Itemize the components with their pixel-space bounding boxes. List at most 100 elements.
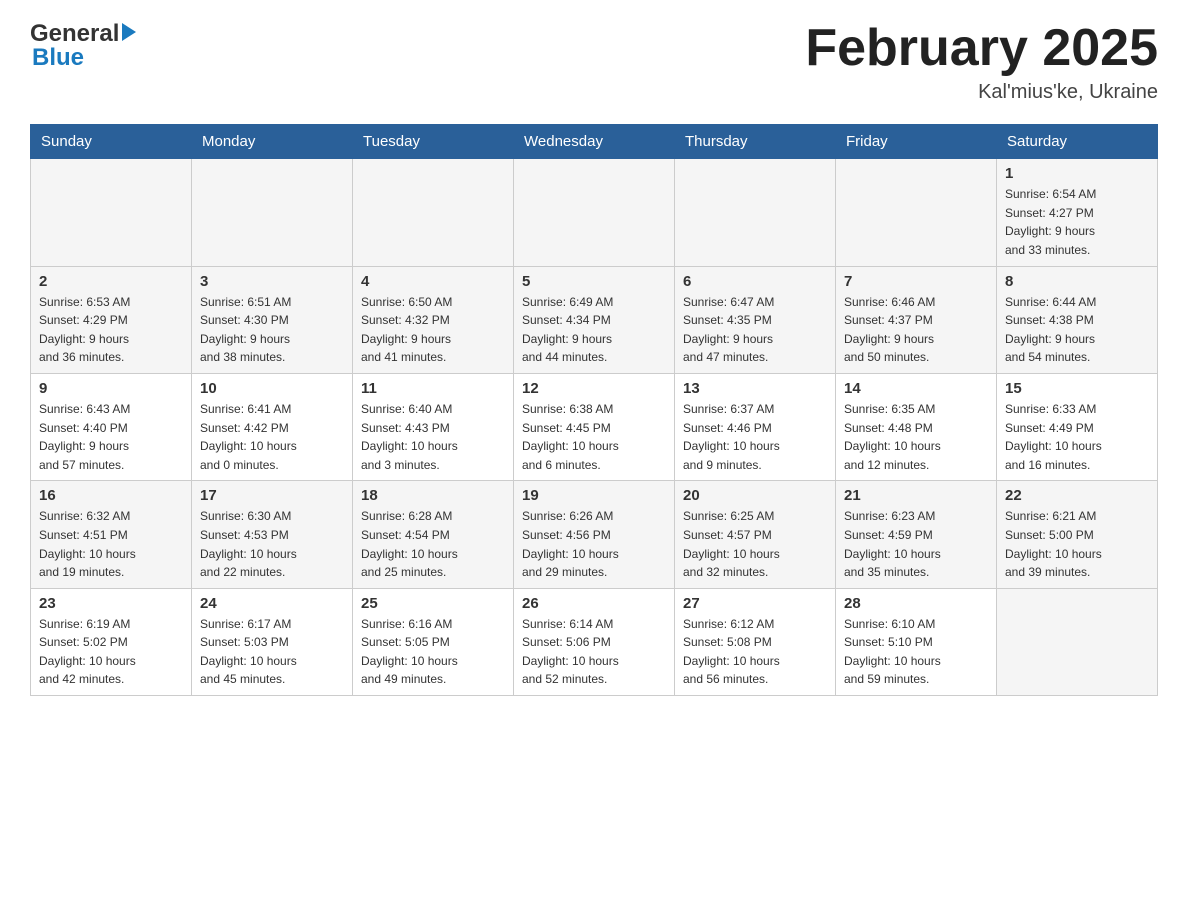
day-number: 4 [361,273,505,290]
day-info: Sunrise: 6:47 AM Sunset: 4:35 PM Dayligh… [683,293,827,367]
calendar-cell: 7 Sunrise: 6:46 AM Sunset: 4:37 PM Daylig… [836,266,997,373]
day-number: 19 [522,487,666,504]
calendar-week-row: 1 Sunrise: 6:54 AM Sunset: 4:27 PM Daylig… [31,159,1158,266]
logo-arrow-icon [122,23,136,41]
calendar-cell: 2 Sunrise: 6:53 AM Sunset: 4:29 PM Daylig… [31,266,192,373]
day-info: Sunrise: 6:50 AM Sunset: 4:32 PM Dayligh… [361,293,505,367]
calendar-cell [675,159,836,266]
weekday-header-saturday: Saturday [997,125,1158,159]
day-info: Sunrise: 6:35 AM Sunset: 4:48 PM Dayligh… [844,400,988,474]
logo-blue-text: Blue [32,44,136,72]
calendar-cell [997,588,1158,695]
day-number: 7 [844,273,988,290]
calendar-cell: 15 Sunrise: 6:33 AM Sunset: 4:49 PM Dayli… [997,373,1158,480]
weekday-header-monday: Monday [192,125,353,159]
day-number: 6 [683,273,827,290]
calendar-cell: 27 Sunrise: 6:12 AM Sunset: 5:08 PM Dayli… [675,588,836,695]
day-info: Sunrise: 6:49 AM Sunset: 4:34 PM Dayligh… [522,293,666,367]
day-number: 18 [361,487,505,504]
calendar-week-row: 16 Sunrise: 6:32 AM Sunset: 4:51 PM Dayli… [31,481,1158,588]
calendar-cell: 19 Sunrise: 6:26 AM Sunset: 4:56 PM Dayli… [514,481,675,588]
day-number: 2 [39,273,183,290]
location-label: Kal'mius'ke, Ukraine [805,81,1158,104]
calendar-cell: 26Sunrise: 6:14 AM Sunset: 5:06 PM Dayli… [514,588,675,695]
day-info: Sunrise: 6:53 AM Sunset: 4:29 PM Dayligh… [39,293,183,367]
day-info: Sunrise: 6:28 AM Sunset: 4:54 PM Dayligh… [361,507,505,581]
calendar-week-row: 2 Sunrise: 6:53 AM Sunset: 4:29 PM Daylig… [31,266,1158,373]
day-number: 10 [200,380,344,397]
day-number: 23 [39,595,183,612]
calendar-week-row: 23Sunrise: 6:19 AM Sunset: 5:02 PM Dayli… [31,588,1158,695]
day-info: Sunrise: 6:38 AM Sunset: 4:45 PM Dayligh… [522,400,666,474]
day-number: 21 [844,487,988,504]
weekday-header-thursday: Thursday [675,125,836,159]
weekday-header-row: SundayMondayTuesdayWednesdayThursdayFrid… [31,125,1158,159]
day-number: 20 [683,487,827,504]
calendar-cell: 20 Sunrise: 6:25 AM Sunset: 4:57 PM Dayli… [675,481,836,588]
day-number: 8 [1005,273,1149,290]
calendar-cell: 14 Sunrise: 6:35 AM Sunset: 4:48 PM Dayli… [836,373,997,480]
calendar-cell [353,159,514,266]
weekday-header-friday: Friday [836,125,997,159]
day-info: Sunrise: 6:12 AM Sunset: 5:08 PM Dayligh… [683,615,827,689]
day-info: Sunrise: 6:40 AM Sunset: 4:43 PM Dayligh… [361,400,505,474]
calendar-cell: 28 Sunrise: 6:10 AM Sunset: 5:10 PM Dayli… [836,588,997,695]
title-block: February 2025 Kal'mius'ke, Ukraine [805,20,1158,104]
calendar-cell [514,159,675,266]
calendar-table: SundayMondayTuesdayWednesdayThursdayFrid… [30,124,1158,696]
weekday-header-wednesday: Wednesday [514,125,675,159]
day-info: Sunrise: 6:33 AM Sunset: 4:49 PM Dayligh… [1005,400,1149,474]
day-info: Sunrise: 6:44 AM Sunset: 4:38 PM Dayligh… [1005,293,1149,367]
day-info: Sunrise: 6:23 AM Sunset: 4:59 PM Dayligh… [844,507,988,581]
day-number: 16 [39,487,183,504]
page-header: General Blue February 2025 Kal'mius'ke, … [30,20,1158,104]
day-info: Sunrise: 6:46 AM Sunset: 4:37 PM Dayligh… [844,293,988,367]
calendar-cell: 9Sunrise: 6:43 AM Sunset: 4:40 PM Daylig… [31,373,192,480]
calendar-cell: 10Sunrise: 6:41 AM Sunset: 4:42 PM Dayli… [192,373,353,480]
calendar-cell: 5 Sunrise: 6:49 AM Sunset: 4:34 PM Daylig… [514,266,675,373]
day-number: 5 [522,273,666,290]
calendar-cell: 21 Sunrise: 6:23 AM Sunset: 4:59 PM Dayli… [836,481,997,588]
day-number: 28 [844,595,988,612]
calendar-cell: 4 Sunrise: 6:50 AM Sunset: 4:32 PM Daylig… [353,266,514,373]
day-info: Sunrise: 6:51 AM Sunset: 4:30 PM Dayligh… [200,293,344,367]
day-number: 3 [200,273,344,290]
calendar-cell [192,159,353,266]
day-number: 26 [522,595,666,612]
calendar-cell [836,159,997,266]
day-info: Sunrise: 6:25 AM Sunset: 4:57 PM Dayligh… [683,507,827,581]
day-number: 1 [1005,165,1149,182]
day-info: Sunrise: 6:26 AM Sunset: 4:56 PM Dayligh… [522,507,666,581]
day-info: Sunrise: 6:17 AM Sunset: 5:03 PM Dayligh… [200,615,344,689]
calendar-cell: 22 Sunrise: 6:21 AM Sunset: 5:00 PM Dayli… [997,481,1158,588]
calendar-cell: 8 Sunrise: 6:44 AM Sunset: 4:38 PM Daylig… [997,266,1158,373]
calendar-cell: 25Sunrise: 6:16 AM Sunset: 5:05 PM Dayli… [353,588,514,695]
calendar-cell: 17Sunrise: 6:30 AM Sunset: 4:53 PM Dayli… [192,481,353,588]
day-info: Sunrise: 6:32 AM Sunset: 4:51 PM Dayligh… [39,507,183,581]
logo: General Blue [30,20,136,72]
calendar-cell: 13Sunrise: 6:37 AM Sunset: 4:46 PM Dayli… [675,373,836,480]
day-number: 15 [1005,380,1149,397]
calendar-cell: 3 Sunrise: 6:51 AM Sunset: 4:30 PM Daylig… [192,266,353,373]
day-info: Sunrise: 6:30 AM Sunset: 4:53 PM Dayligh… [200,507,344,581]
day-number: 25 [361,595,505,612]
calendar-cell: 6 Sunrise: 6:47 AM Sunset: 4:35 PM Daylig… [675,266,836,373]
calendar-cell: 1 Sunrise: 6:54 AM Sunset: 4:27 PM Daylig… [997,159,1158,266]
day-number: 22 [1005,487,1149,504]
day-number: 14 [844,380,988,397]
calendar-cell: 16 Sunrise: 6:32 AM Sunset: 4:51 PM Dayli… [31,481,192,588]
day-info: Sunrise: 6:43 AM Sunset: 4:40 PM Dayligh… [39,400,183,474]
calendar-cell: 11Sunrise: 6:40 AM Sunset: 4:43 PM Dayli… [353,373,514,480]
day-number: 13 [683,380,827,397]
calendar-cell: 24 Sunrise: 6:17 AM Sunset: 5:03 PM Dayli… [192,588,353,695]
day-number: 12 [522,380,666,397]
calendar-cell: 23Sunrise: 6:19 AM Sunset: 5:02 PM Dayli… [31,588,192,695]
day-info: Sunrise: 6:10 AM Sunset: 5:10 PM Dayligh… [844,615,988,689]
calendar-cell [31,159,192,266]
calendar-week-row: 9Sunrise: 6:43 AM Sunset: 4:40 PM Daylig… [31,373,1158,480]
day-number: 24 [200,595,344,612]
weekday-header-tuesday: Tuesday [353,125,514,159]
day-info: Sunrise: 6:21 AM Sunset: 5:00 PM Dayligh… [1005,507,1149,581]
day-number: 27 [683,595,827,612]
day-info: Sunrise: 6:54 AM Sunset: 4:27 PM Dayligh… [1005,185,1149,259]
